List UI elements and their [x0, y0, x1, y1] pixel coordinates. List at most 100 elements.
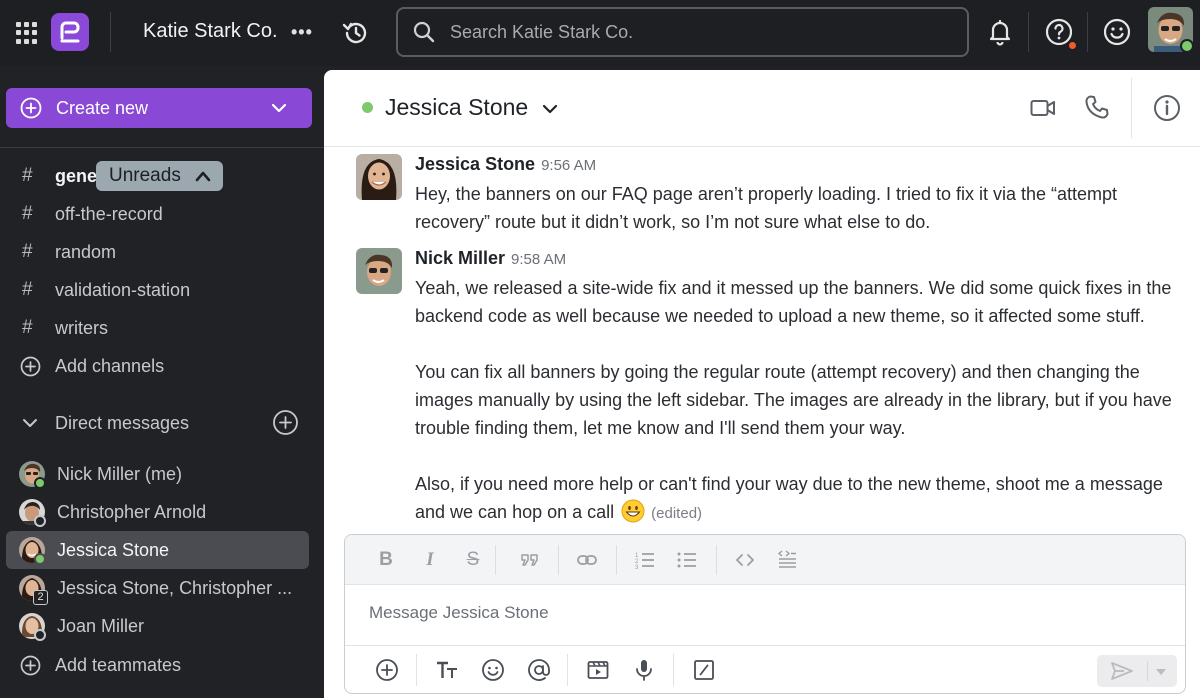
phone-call-icon[interactable] [1084, 94, 1110, 120]
message-composer: B I S 123 [344, 534, 1186, 694]
divider [673, 654, 674, 686]
channel-label: gene [55, 166, 98, 186]
sidebar-channel-off-the-record[interactable]: # off-the-record [0, 195, 324, 233]
search-icon [413, 21, 435, 43]
microphone-icon[interactable] [632, 658, 656, 682]
send-icon [1111, 662, 1133, 680]
emoji-status-icon[interactable] [1101, 16, 1133, 48]
message-author[interactable]: Nick Miller 9:58 AM [415, 248, 566, 269]
bulleted-list-icon[interactable] [676, 549, 698, 571]
presence-online-dot [34, 553, 46, 565]
chevron-down-icon [23, 419, 37, 427]
add-teammates-button[interactable]: Add teammates [0, 646, 324, 684]
composer-actions [345, 645, 1185, 693]
search-bar[interactable] [396, 7, 969, 57]
message-text: Yeah, we released a site-wide fix and it… [415, 278, 1172, 326]
formatting-toolbar: B I S 123 [345, 535, 1185, 585]
message-text-last: Also, if you need more help or can't fin… [415, 470, 1195, 528]
add-channels-button[interactable]: Add channels [0, 347, 324, 385]
divider [416, 654, 417, 686]
dm-label: Jessica Stone [57, 540, 170, 560]
divider [110, 12, 111, 52]
create-new-button[interactable]: Create new [6, 88, 312, 128]
mention-icon[interactable] [527, 658, 551, 682]
grinning-emoji-icon [621, 499, 645, 523]
divider [558, 545, 559, 575]
author-name[interactable]: Jessica Stone [415, 154, 535, 174]
add-direct-message-icon[interactable] [272, 409, 299, 436]
presence-online-dot [362, 102, 373, 113]
link-icon[interactable] [576, 549, 598, 571]
bold-icon[interactable]: B [375, 549, 397, 571]
dm-item-group-jessica-christopher[interactable]: 2 Jessica Stone, Christopher ... [6, 569, 309, 607]
conversation-header: Jessica Stone [324, 70, 1200, 147]
quote-icon[interactable] [519, 549, 541, 571]
chevron-down-icon [271, 103, 287, 113]
dm-item-jessica-stone[interactable]: Jessica Stone [6, 531, 309, 569]
message-timestamp: 9:56 AM [541, 157, 597, 174]
chevron-up-icon [195, 171, 211, 182]
conversation-title[interactable]: Jessica Stone [385, 94, 528, 121]
message-author[interactable]: Jessica Stone 9:56 AM [415, 154, 596, 175]
workspace-more-icon[interactable]: ••• [291, 22, 313, 43]
chevron-down-icon[interactable] [1154, 667, 1168, 677]
group-member-count-badge: 2 [33, 590, 48, 605]
unreads-button[interactable]: Unreads [96, 161, 223, 191]
presence-online-dot [34, 477, 46, 489]
direct-messages-header[interactable]: Direct messages [0, 404, 324, 442]
dm-label: Nick Miller (me) [57, 464, 182, 484]
video-call-icon[interactable] [1030, 96, 1056, 120]
emoji-icon[interactable] [481, 658, 505, 682]
dm-item-joan-miller[interactable]: Joan Miller [6, 607, 309, 645]
divider [1028, 12, 1029, 52]
author-name[interactable]: Nick Miller [415, 248, 505, 268]
top-bar: Katie Stark Co. ••• [0, 0, 1200, 66]
code-icon[interactable] [734, 549, 756, 571]
text-format-icon[interactable] [435, 658, 459, 682]
sidebar-channel-writers[interactable]: # writers [0, 309, 324, 347]
hash-icon: # [22, 317, 33, 338]
add-attachment-icon[interactable] [375, 658, 399, 682]
workspace-name[interactable]: Katie Stark Co. [143, 20, 278, 43]
hash-icon: # [22, 203, 33, 224]
chevron-down-icon[interactable] [542, 102, 558, 116]
strikethrough-icon[interactable]: S [462, 549, 484, 571]
direct-messages-label: Direct messages [55, 413, 190, 433]
message-text: Also, if you need more help or can't fin… [415, 474, 1163, 522]
message-input[interactable] [369, 603, 1149, 633]
video-clip-icon[interactable] [586, 658, 610, 682]
search-input[interactable] [450, 19, 950, 45]
svg-text:3: 3 [635, 565, 639, 571]
apps-grid-icon[interactable] [16, 22, 38, 44]
sidebar-channel-random[interactable]: # random [0, 233, 324, 271]
slash-command-icon[interactable] [692, 658, 716, 682]
app-logo[interactable] [51, 13, 89, 51]
dm-item-nick-miller[interactable]: Nick Miller (me) [6, 455, 309, 493]
message-timestamp: 9:58 AM [511, 251, 567, 268]
divider [716, 545, 717, 575]
avatar[interactable] [356, 248, 402, 294]
message-text: You can fix all banners by going the reg… [415, 362, 1172, 438]
channel-label: validation-station [55, 280, 191, 300]
presence-away-icon [34, 515, 46, 527]
divider [1087, 12, 1088, 52]
plus-circle-icon [20, 356, 41, 377]
sidebar-channel-validation-station[interactable]: # validation-station [0, 271, 324, 309]
divider [1147, 661, 1148, 681]
presence-online-dot [1180, 39, 1194, 53]
add-channels-label: Add channels [55, 356, 165, 376]
bell-icon[interactable] [984, 16, 1016, 48]
divider [567, 654, 568, 686]
send-button[interactable] [1097, 655, 1177, 687]
code-block-icon[interactable] [776, 549, 798, 571]
unreads-label: Unreads [109, 165, 181, 186]
dm-item-christopher-arnold[interactable]: Christopher Arnold [6, 493, 309, 531]
history-icon[interactable] [340, 17, 372, 49]
add-teammates-label: Add teammates [55, 655, 182, 675]
numbered-list-icon[interactable]: 123 [634, 549, 656, 571]
avatar[interactable] [356, 154, 402, 200]
italic-icon[interactable]: I [419, 549, 441, 571]
info-icon[interactable] [1153, 94, 1181, 122]
hash-icon: # [22, 165, 33, 186]
create-new-label: Create new [56, 98, 149, 118]
